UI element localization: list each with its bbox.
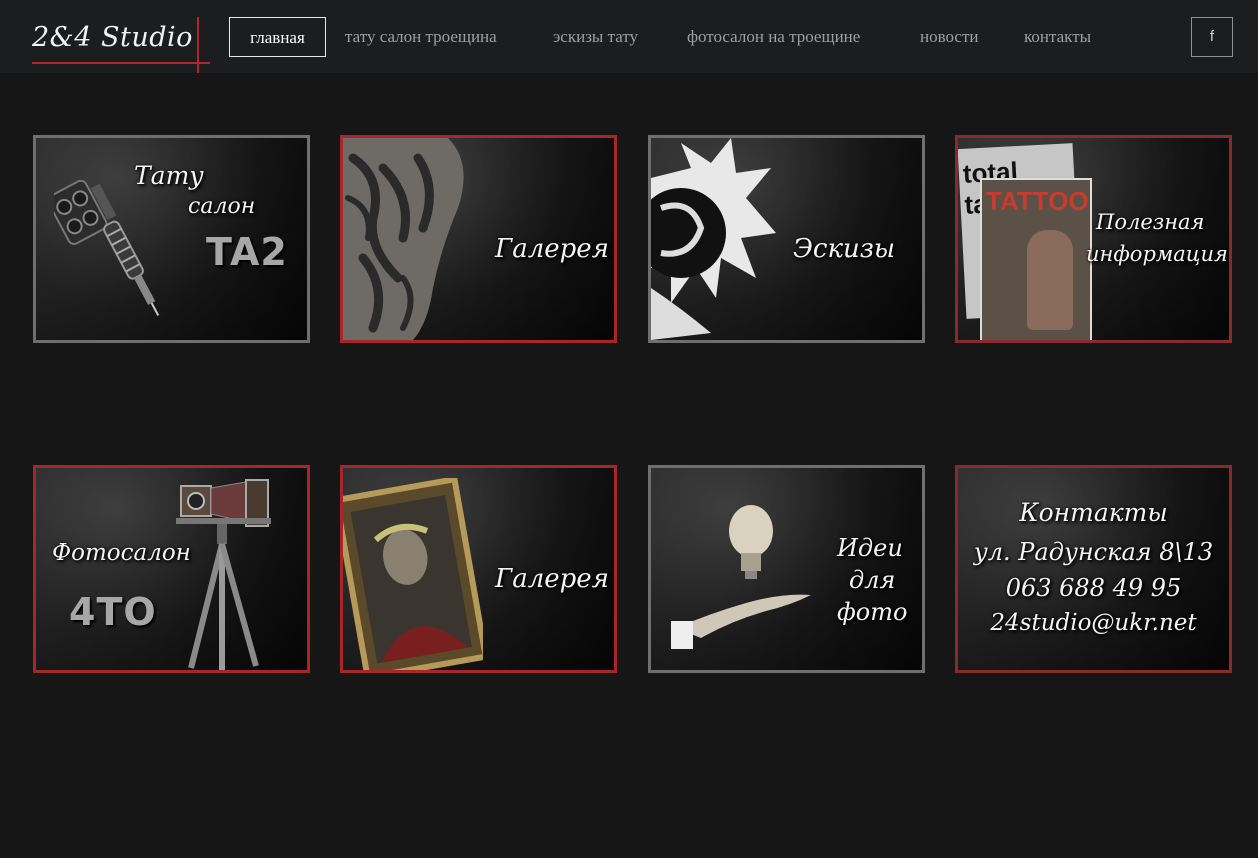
nav-contacts[interactable]: контакты [1024,17,1091,57]
tile-label-line1: Идеи [837,534,903,562]
tile-label-line1: Фотосалон [52,540,191,566]
tile-contacts[interactable]: Контакты ул. Радунская 8\13 063 688 49 9… [955,465,1232,673]
tile-label-line1: Полезная [1096,210,1205,234]
magazine-title-2: TATTOO [986,186,1089,216]
tile-brand-4to: 4TO [69,590,157,634]
tile-label: Эскизы [793,234,896,264]
logo-divider [197,17,199,73]
nav-home[interactable]: главная [229,17,326,57]
tribal-sun-icon [651,138,776,340]
tile-photo-salon[interactable]: Фотосалон 4TO [33,465,310,673]
contacts-title: Контакты [1019,498,1168,527]
framed-portrait-image [343,478,483,670]
tile-label-line3: фото [837,598,908,626]
nav-photo-salon[interactable]: фотосалон на троещине [687,17,860,57]
tile-sketches[interactable]: Эскизы [648,135,925,343]
tile-label-line2: для [849,566,896,594]
nav-news[interactable]: новости [920,17,979,57]
site-header: 2&4 Studio главная тату салон троещина э… [0,0,1258,73]
tile-tattoo-gallery[interactable]: Галерея [340,135,617,343]
tile-label-line1: Тату [134,161,204,190]
tile-label-line2: салон [188,194,256,219]
tile-useful-info[interactable]: total tattoo TATTOO Полезная информация [955,135,1232,343]
tile-photo-ideas[interactable]: Идеи для фото [648,465,925,673]
tile-photo-gallery[interactable]: Галерея [340,465,617,673]
tile-label: Галерея [495,234,609,264]
nav-tattoo-sketches[interactable]: эскизы тату [553,17,638,57]
tile-label-line2: информация [1086,242,1228,266]
nav-tattoo-salon[interactable]: тату салон троещина [345,17,497,57]
tattooed-shoulder-image [343,138,464,340]
lightbulb-hand-icon [671,505,811,649]
magazine-front-image: TATTOO [980,178,1092,340]
tile-label: Галерея [495,564,609,594]
magazine-cover-figure [1027,230,1073,330]
tile-tattoo-salon[interactable]: Тату салон TA2 [33,135,310,343]
vintage-camera-icon [176,479,271,670]
site-logo[interactable]: 2&4 Studio [32,22,193,53]
contacts-email: 24studio@ukr.net [990,610,1197,636]
logo-underline [32,62,210,64]
contacts-address: ул. Радунская 8\13 [973,538,1214,566]
tile-brand-ta2: TA2 [206,230,288,274]
facebook-icon[interactable]: f [1191,17,1233,57]
contacts-phone: 063 688 49 95 [1005,574,1182,602]
